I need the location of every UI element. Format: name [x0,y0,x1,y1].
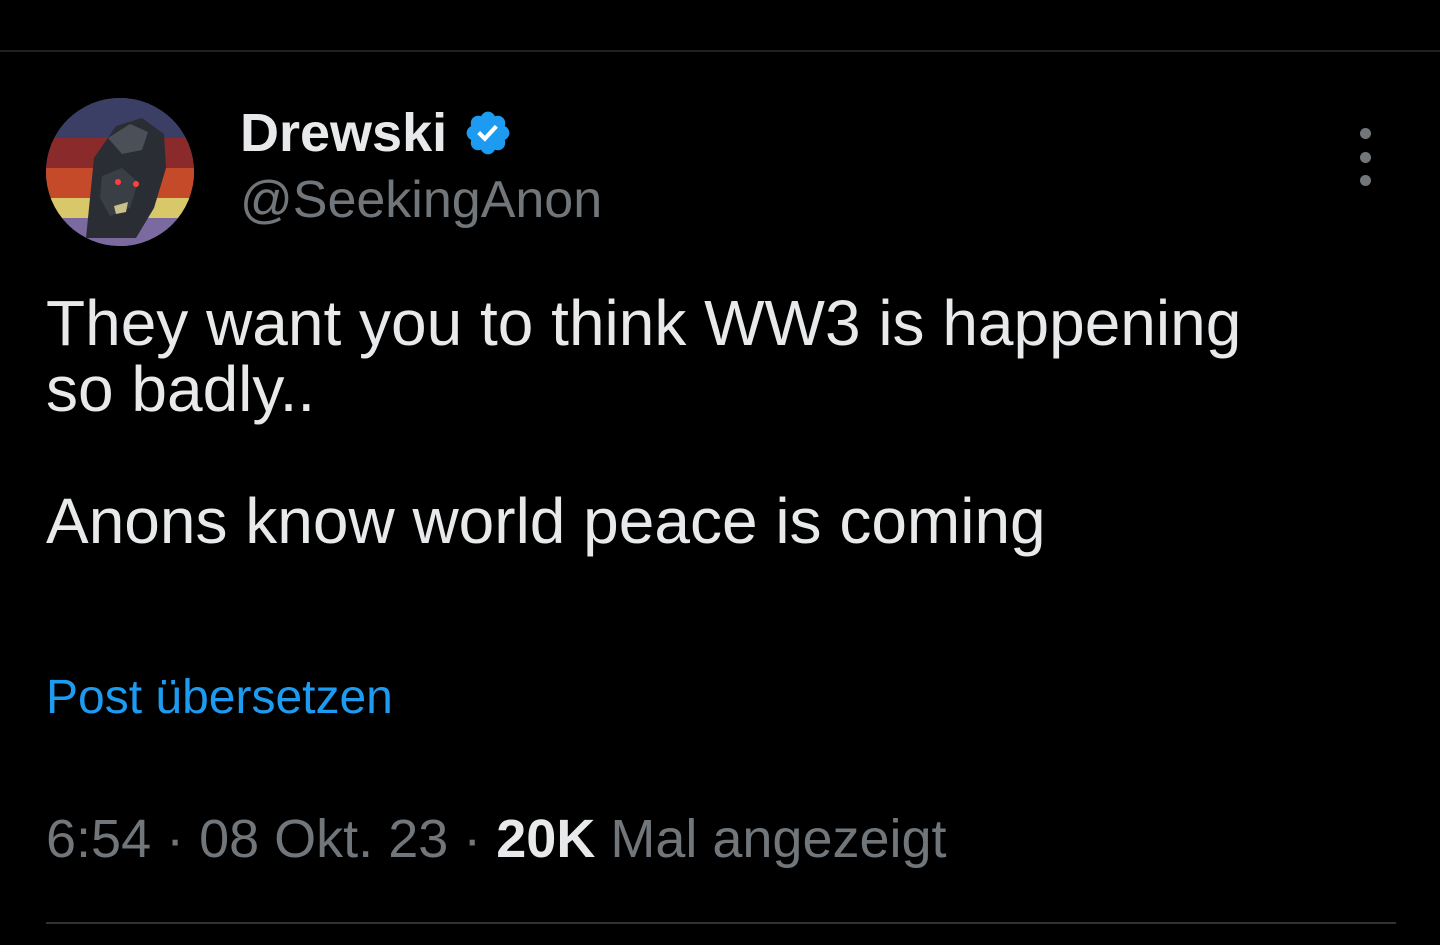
top-divider [0,50,1440,52]
tweet-text-line: Anons know world peace is coming [46,485,1046,557]
more-dots-icon [1359,151,1371,163]
avatar-image [46,98,194,246]
author-name-row[interactable]: Drewski [240,100,513,166]
meta-separator: · [151,809,200,869]
more-dots-icon [1359,128,1371,139]
tweet-text: They want you to think WW3 is happening … [46,290,1386,554]
translate-post-link[interactable]: Post übersetzen [46,670,393,725]
verified-badge-icon [463,108,513,158]
views-count[interactable]: 20K [496,809,595,869]
tweet-meta: 6:54 · 08 Okt. 23 · 20K Mal angezeigt [46,808,947,870]
more-options-button[interactable] [1340,128,1390,186]
bottom-divider [46,922,1396,924]
tweet-date[interactable]: 08 Okt. 23 [199,809,448,869]
author-display-name[interactable]: Drewski [240,102,447,164]
views-label: Mal angezeigt [610,809,947,869]
meta-separator: · [448,809,497,869]
avatar[interactable] [46,98,194,246]
tweet-time[interactable]: 6:54 [46,809,151,869]
author-handle[interactable]: @SeekingAnon [240,170,602,230]
tweet-text-line: They want you to think WW3 is happening [46,287,1242,359]
tweet-text-line: so badly.. [46,353,316,425]
more-dots-icon [1359,175,1371,186]
